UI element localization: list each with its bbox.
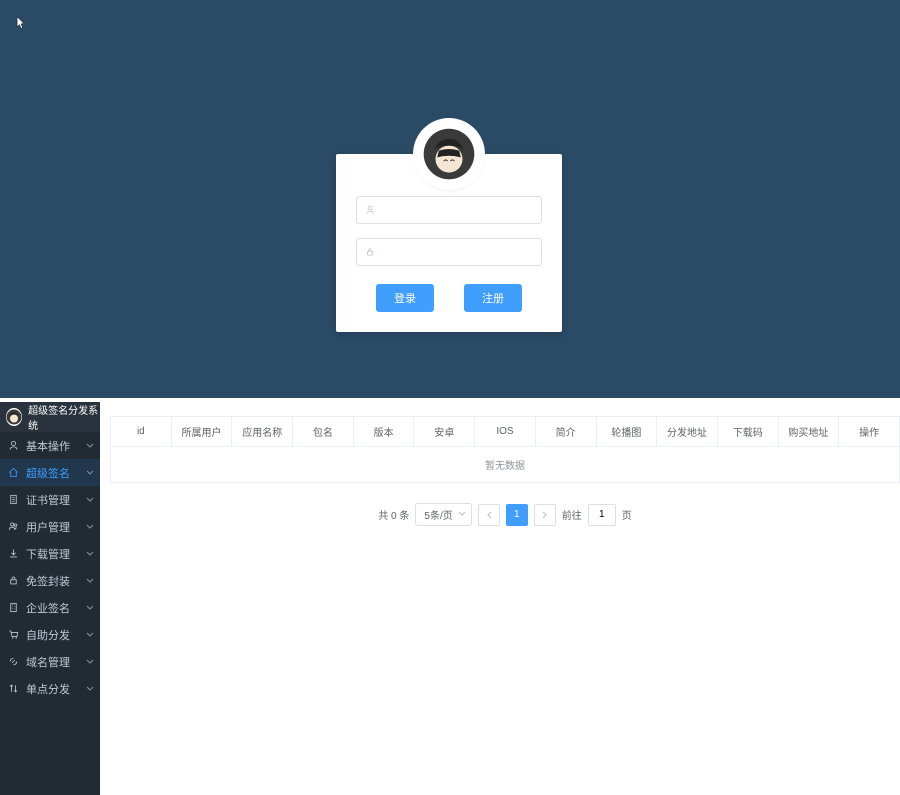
- brand: 超级签名分发系统: [0, 402, 100, 432]
- page-size-select[interactable]: 5条/页: [415, 503, 471, 526]
- column-header: 简介: [535, 417, 596, 447]
- sidebar-item-label: 域名管理: [26, 654, 70, 670]
- jump-suffix: 页: [622, 507, 632, 522]
- page-size-value: 5条/页: [424, 511, 452, 522]
- column-header: 所属用户: [171, 417, 232, 447]
- users-icon: [8, 521, 20, 532]
- column-header: 包名: [293, 417, 354, 447]
- pagination: 共 0 条 5条/页 1 前往 页: [110, 503, 900, 526]
- sidebar-item-5[interactable]: 免签封装: [0, 567, 100, 594]
- chevron-down-icon: [86, 497, 94, 503]
- sidebar-item-label: 下载管理: [26, 546, 70, 562]
- next-page-button[interactable]: [534, 504, 556, 526]
- chevron-down-icon: [458, 511, 466, 517]
- chevron-down-icon: [86, 524, 94, 530]
- chevron-left-icon: [486, 511, 492, 519]
- sidebar: 超级签名分发系统 基本操作超级签名证书管理用户管理下载管理免签封装企业签名自助分…: [0, 402, 100, 795]
- sidebar-item-0[interactable]: 基本操作: [0, 432, 100, 459]
- login-panel: 登录 注册: [0, 0, 900, 398]
- data-table: id所属用户应用名称包名版本安卓IOS简介轮播图分发地址下载码购买地址操作 暂无…: [110, 416, 900, 483]
- sidebar-menu: 基本操作超级签名证书管理用户管理下载管理免签封装企业签名自助分发域名管理单点分发: [0, 432, 100, 702]
- content-area: id所属用户应用名称包名版本安卓IOS简介轮播图分发地址下载码购买地址操作 暂无…: [100, 402, 900, 795]
- page-1-button[interactable]: 1: [506, 504, 528, 526]
- sidebar-item-label: 免签封装: [26, 573, 70, 589]
- link-icon: [8, 656, 20, 667]
- sidebar-item-label: 超级签名: [26, 465, 70, 481]
- column-header: 下载码: [717, 417, 778, 447]
- sidebar-item-9[interactable]: 单点分发: [0, 675, 100, 702]
- sidebar-item-2[interactable]: 证书管理: [0, 486, 100, 513]
- prev-page-button[interactable]: [478, 504, 500, 526]
- jump-prefix: 前往: [562, 507, 582, 522]
- sidebar-item-label: 自助分发: [26, 627, 70, 643]
- empty-text: 暂无数据: [111, 447, 900, 483]
- chevron-down-icon: [86, 443, 94, 449]
- sidebar-item-label: 证书管理: [26, 492, 70, 508]
- column-header: 版本: [353, 417, 414, 447]
- column-header: 轮播图: [596, 417, 657, 447]
- sidebar-item-6[interactable]: 企业签名: [0, 594, 100, 621]
- sidebar-item-4[interactable]: 下载管理: [0, 540, 100, 567]
- table-header-row: id所属用户应用名称包名版本安卓IOS简介轮播图分发地址下载码购买地址操作: [111, 417, 900, 447]
- chevron-right-icon: [542, 511, 548, 519]
- sidebar-item-label: 企业签名: [26, 600, 70, 616]
- column-header: id: [111, 417, 172, 447]
- jump-page-input[interactable]: [588, 504, 616, 526]
- column-header: 分发地址: [657, 417, 718, 447]
- username-input[interactable]: [383, 197, 533, 223]
- sidebar-item-1[interactable]: 超级签名: [0, 459, 100, 486]
- chevron-down-icon: [86, 578, 94, 584]
- column-header: 购买地址: [778, 417, 839, 447]
- building-icon: [8, 602, 20, 613]
- admin-panel: 超级签名分发系统 基本操作超级签名证书管理用户管理下载管理免签封装企业签名自助分…: [0, 402, 900, 795]
- sidebar-item-label: 基本操作: [26, 438, 70, 454]
- file-icon: [8, 494, 20, 505]
- pagination-total: 共 0 条: [378, 507, 409, 522]
- column-header: 操作: [839, 417, 900, 447]
- login-avatar: [417, 122, 481, 186]
- sidebar-item-3[interactable]: 用户管理: [0, 513, 100, 540]
- login-button[interactable]: 登录: [376, 284, 434, 312]
- avatar-icon: [422, 127, 476, 181]
- sidebar-item-8[interactable]: 域名管理: [0, 648, 100, 675]
- brand-title: 超级签名分发系统: [28, 402, 100, 432]
- login-button-row: 登录 注册: [356, 284, 542, 312]
- chevron-down-icon: [86, 632, 94, 638]
- sidebar-item-label: 单点分发: [26, 681, 70, 697]
- user-icon: [365, 205, 377, 215]
- register-button[interactable]: 注册: [464, 284, 522, 312]
- brand-avatar-icon: [6, 408, 22, 426]
- chevron-down-icon: [86, 686, 94, 692]
- lock-icon: [8, 575, 20, 586]
- column-header: 应用名称: [232, 417, 293, 447]
- chevron-down-icon: [86, 470, 94, 476]
- login-card: 登录 注册: [336, 154, 562, 332]
- username-field-wrap[interactable]: [356, 196, 542, 224]
- table-empty-row: 暂无数据: [111, 447, 900, 483]
- chevron-down-icon: [86, 659, 94, 665]
- sidebar-item-7[interactable]: 自助分发: [0, 621, 100, 648]
- user-icon: [8, 440, 20, 451]
- sidebar-item-label: 用户管理: [26, 519, 70, 535]
- chevron-down-icon: [86, 605, 94, 611]
- sort-icon: [8, 683, 20, 694]
- column-header: 安卓: [414, 417, 475, 447]
- download-icon: [8, 548, 20, 559]
- lock-icon: [365, 247, 377, 257]
- column-header: IOS: [475, 417, 536, 447]
- password-field-wrap[interactable]: [356, 238, 542, 266]
- home-icon: [8, 467, 20, 478]
- cursor-icon: [16, 16, 26, 30]
- password-input[interactable]: [383, 239, 533, 265]
- cart-icon: [8, 629, 20, 640]
- chevron-down-icon: [86, 551, 94, 557]
